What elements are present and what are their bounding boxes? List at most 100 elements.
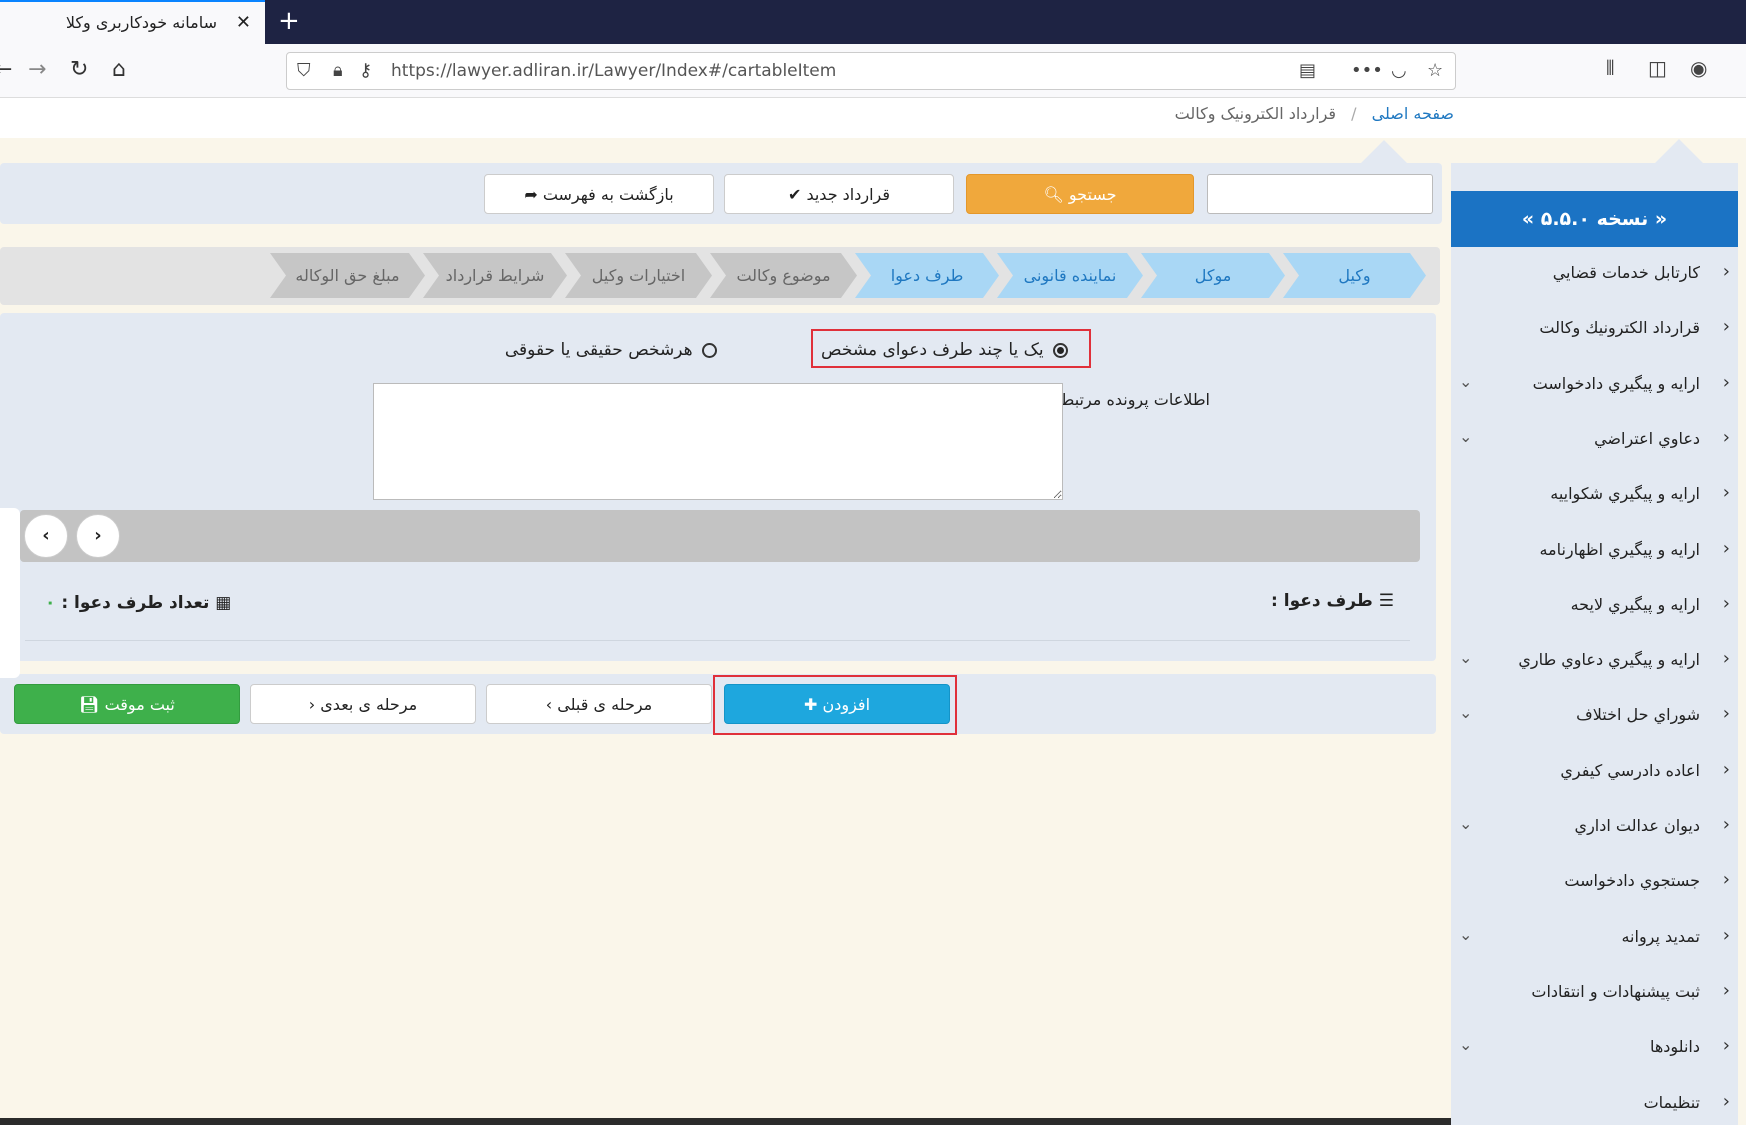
step-lawyer[interactable]: وکیل bbox=[1283, 253, 1426, 298]
sidebar-menu-item[interactable]: ‹ ارايه و پيگيري شكواييه bbox=[1451, 470, 1738, 524]
party-count: ▦ تعداد طرف دعوا : ۰ bbox=[45, 593, 231, 613]
chevron-left-icon: ‹ bbox=[1722, 758, 1730, 780]
step-subject[interactable]: موضوع وکالت bbox=[710, 253, 857, 298]
search-input[interactable] bbox=[1207, 174, 1433, 214]
temporary-save-button[interactable]: ثبت موقت 💾︎ bbox=[14, 684, 240, 724]
search-button[interactable]: جستجو 🔍︎ bbox=[966, 174, 1194, 214]
opposing-party-heading: ☰ طرف دعوا : bbox=[1271, 591, 1394, 611]
chevron-left-icon: ‹ bbox=[1722, 426, 1730, 448]
home-icon[interactable]: ⌂ bbox=[112, 56, 126, 84]
step-fee-amount[interactable]: مبلغ حق الوکاله bbox=[270, 253, 425, 298]
breadcrumb: صفحه اصلی / قرارداد الکترونیک وکالت bbox=[1175, 104, 1454, 123]
chevron-left-button[interactable]: ‹ bbox=[24, 514, 68, 558]
previous-step-button[interactable]: مرحله ی قبلی › bbox=[486, 684, 712, 724]
reader-view-icon[interactable]: ▤ bbox=[1299, 60, 1316, 81]
chevron-left-icon: ‹ bbox=[1722, 316, 1730, 338]
lock-icon[interactable]: 🔒︎ bbox=[333, 60, 343, 81]
grid-icon: ▦ bbox=[215, 593, 232, 613]
sidebar-menu-item[interactable]: ‹ ارايه و پيگيري دادخواست ⌄ bbox=[1451, 360, 1738, 414]
browser-nav-bar: ← → ↻ ⌂ ⛉ 🔒︎ ⚷ https://lawyer.adliran.ir… bbox=[0, 44, 1746, 98]
step-label: اختیارات وکیل bbox=[591, 266, 686, 285]
side-handle[interactable] bbox=[0, 508, 20, 678]
account-icon[interactable]: ◉ bbox=[1690, 56, 1707, 80]
close-icon[interactable]: ✕ bbox=[236, 12, 251, 33]
chevron-down-icon[interactable]: ⌄ bbox=[1459, 427, 1472, 446]
sidebar-menu-label: قرارداد الکترونیك وكالت bbox=[1539, 318, 1700, 338]
shield-icon[interactable]: ⛉ bbox=[297, 60, 311, 81]
forward-icon[interactable]: → bbox=[28, 56, 46, 84]
chevron-left-icon: ‹ bbox=[308, 695, 316, 714]
browser-tab-bar: سامانه خودکاربری وکلا ✕ + bbox=[0, 0, 1746, 44]
radio-unchecked-icon[interactable] bbox=[702, 342, 717, 358]
address-bar[interactable]: ⛉ 🔒︎ ⚷ https://lawyer.adliran.ir/Lawyer/… bbox=[286, 52, 1456, 90]
chevron-left-icon: ‹ bbox=[1722, 979, 1730, 1001]
step-label: موضوع وکالت bbox=[736, 266, 831, 285]
step-lawyer-authority[interactable]: اختیارات وکیل bbox=[565, 253, 712, 298]
back-icon[interactable]: ← bbox=[0, 56, 12, 84]
chevron-down-icon[interactable]: ⌄ bbox=[1459, 372, 1472, 391]
sidebar-menu-item[interactable]: ‹ كارتابل خدمات قضايي bbox=[1451, 249, 1738, 303]
step-client[interactable]: موکل bbox=[1141, 253, 1285, 298]
radio-checked-icon[interactable] bbox=[1053, 342, 1068, 358]
sidebar-menu-label: شوراي حل اختلاف bbox=[1576, 705, 1700, 725]
url-text[interactable]: https://lawyer.adliran.ir/Lawyer/Index#/… bbox=[391, 61, 836, 81]
step-contract-terms[interactable]: شرایط قرارداد bbox=[423, 253, 567, 298]
sidebar-menu-item[interactable]: ‹ اعاده دادرسي كيفري bbox=[1451, 747, 1738, 801]
sidebar-menu-item[interactable]: ‹ جستجوي دادخواست bbox=[1451, 857, 1738, 911]
party-list-strip bbox=[20, 510, 1420, 562]
pocket-icon[interactable]: ◡ bbox=[1391, 60, 1407, 81]
sidebar-menu-item[interactable]: ‹ ثبت پیشنهادات و انتقادات bbox=[1451, 968, 1738, 1022]
more-icon[interactable]: ••• bbox=[1351, 60, 1383, 81]
reload-icon[interactable]: ↻ bbox=[70, 56, 88, 84]
add-button[interactable]: افزودن ✚ bbox=[724, 684, 950, 724]
sidebar-menu-item[interactable]: ‹ تنظيمات bbox=[1451, 1079, 1738, 1125]
bottom-strip bbox=[0, 1118, 1451, 1125]
bookmark-star-icon[interactable]: ☆ bbox=[1427, 60, 1443, 81]
sidebar-menu-item[interactable]: ‹ ارايه و پيگيري لايحه bbox=[1451, 581, 1738, 635]
next-step-button[interactable]: مرحله ی بعدی ‹ bbox=[250, 684, 476, 724]
chevron-left-icon: ‹ bbox=[1722, 648, 1730, 670]
chevron-left-icon: ‹ bbox=[1722, 371, 1730, 393]
key-icon[interactable]: ⚷ bbox=[359, 60, 372, 81]
sidebar-menu-item[interactable]: ‹ قرارداد الکترونیك وكالت bbox=[1451, 304, 1738, 358]
chevron-down-icon[interactable]: ⌄ bbox=[1459, 648, 1472, 667]
radio-specific-party[interactable]: یک یا چند طرف دعوای مشخص bbox=[821, 340, 1068, 360]
party-count-value: ۰ bbox=[45, 593, 56, 613]
new-tab-icon[interactable]: + bbox=[278, 6, 300, 36]
floppy-disk-icon: 💾︎ bbox=[79, 695, 100, 714]
previous-step-label: مرحله ی قبلی bbox=[557, 695, 653, 714]
sidebar-menu-item[interactable]: ‹ تمديد پروانه ⌄ bbox=[1451, 913, 1738, 967]
sidebar-menu-item[interactable]: ‹ ارايه و پيگيري اظهارنامه bbox=[1451, 526, 1738, 580]
sidebar-menu-item[interactable]: ‹ شوراي حل اختلاف ⌄ bbox=[1451, 691, 1738, 745]
step-opposing-party[interactable]: طرف دعوا bbox=[855, 253, 999, 298]
sidebar-menu-item[interactable]: ‹ ارايه و پيگيري دعاوي طاري ⌄ bbox=[1451, 636, 1738, 690]
breadcrumb-home-link[interactable]: صفحه اصلی bbox=[1372, 104, 1454, 123]
chevron-down-icon[interactable]: ⌄ bbox=[1459, 1035, 1472, 1054]
sidebar-toggle-icon[interactable]: ◫ bbox=[1648, 56, 1667, 80]
search-icon: 🔍︎ bbox=[1043, 185, 1064, 204]
sidebar-menu-item[interactable]: ‹ ديوان عدالت اداري ⌄ bbox=[1451, 802, 1738, 856]
back-to-list-button[interactable]: بازگشت به فهرست ➦ bbox=[484, 174, 714, 214]
party-count-label: تعداد طرف دعوا : bbox=[61, 593, 210, 613]
temporary-save-label: ثبت موقت bbox=[104, 695, 175, 714]
chevron-right-button[interactable]: › bbox=[76, 514, 120, 558]
browser-tab[interactable]: سامانه خودکاربری وکلا ✕ bbox=[0, 0, 265, 44]
chevron-down-icon[interactable]: ⌄ bbox=[1459, 925, 1472, 944]
step-label: موکل bbox=[1194, 266, 1232, 285]
chevron-down-icon[interactable]: ⌄ bbox=[1459, 703, 1472, 722]
step-legal-representative[interactable]: نماینده قانونی bbox=[997, 253, 1143, 298]
step-label: طرف دعوا bbox=[890, 266, 964, 285]
new-contract-button[interactable]: قرارداد جدید ✔ bbox=[724, 174, 954, 214]
sidebar-menu-label: دانلودها bbox=[1649, 1037, 1700, 1057]
sidebar-menu-label: دعاوي اعتراضي bbox=[1594, 428, 1700, 448]
chevron-down-icon[interactable]: ⌄ bbox=[1459, 814, 1472, 833]
radio-any-person[interactable]: هرشخص حقیقی یا حقوقی bbox=[505, 340, 717, 360]
sidebar-menu-label: ارايه و پيگيري دعاوي طاري bbox=[1518, 650, 1700, 670]
tab-title: سامانه خودکاربری وکلا bbox=[65, 13, 217, 32]
sidebar-menu-item[interactable]: ‹ دانلودها ⌄ bbox=[1451, 1023, 1738, 1077]
related-info-textarea[interactable] bbox=[373, 383, 1063, 500]
chevron-left-icon: ‹ bbox=[1722, 537, 1730, 559]
library-icon[interactable]: ⫴ bbox=[1606, 56, 1614, 80]
sidebar-menu-label: تنظيمات bbox=[1643, 1092, 1700, 1112]
sidebar-menu-item[interactable]: ‹ دعاوي اعتراضي ⌄ bbox=[1451, 415, 1738, 469]
